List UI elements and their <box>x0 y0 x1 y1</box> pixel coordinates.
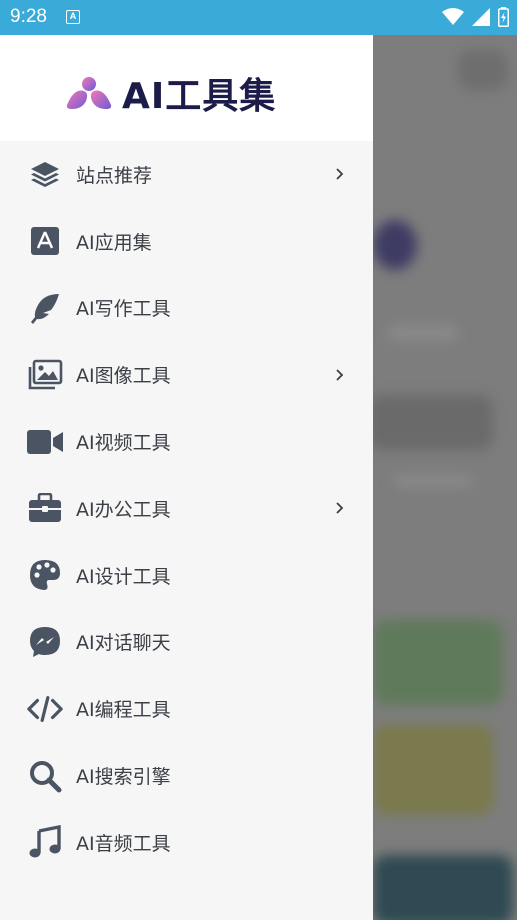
menu-item-label: AI设计工具 <box>76 565 171 588</box>
signal-icon <box>472 8 490 26</box>
feather-icon <box>27 290 63 326</box>
drawer-menu: 站点推荐 AI应用集 AI写作工具 AI图像工具 AI视频工具 AI办公工具 A… <box>0 141 373 876</box>
menu-item-label: AI写作工具 <box>76 298 171 321</box>
code-icon <box>27 691 63 727</box>
menu-item-label: AI应用集 <box>76 231 152 254</box>
menu-item-ai-design[interactable]: AI设计工具 <box>0 542 373 609</box>
logo-mark-icon <box>66 77 112 109</box>
menu-item-label: AI音频工具 <box>76 832 171 855</box>
menu-item-label: 站点推荐 <box>76 164 153 187</box>
briefcase-icon <box>27 490 63 526</box>
menu-item-ai-chat[interactable]: AI对话聊天 <box>0 609 373 676</box>
menu-item-label: AI视频工具 <box>76 432 171 455</box>
music-icon <box>27 824 63 860</box>
drawer-header: AI工具集 <box>0 35 373 141</box>
menu-item-ai-writing[interactable]: AI写作工具 <box>0 275 373 342</box>
logo-title: AI工具集 <box>122 76 277 117</box>
menu-item-label: AI搜索引擎 <box>76 766 171 789</box>
chevron-right-icon <box>336 502 344 515</box>
layers-icon <box>27 156 63 192</box>
video-icon <box>27 424 63 460</box>
menu-item-ai-search[interactable]: AI搜索引擎 <box>0 742 373 809</box>
notification-icon: A <box>66 10 80 24</box>
status-bar: 9:28 A <box>0 0 517 35</box>
menu-item-ai-coding[interactable]: AI编程工具 <box>0 675 373 742</box>
battery-icon <box>498 7 509 27</box>
chevron-right-icon <box>336 369 344 381</box>
menu-item-ai-office[interactable]: AI办公工具 <box>0 475 373 542</box>
menu-item-ai-audio[interactable]: AI音频工具 <box>0 809 373 876</box>
menu-item-ai-video[interactable]: AI视频工具 <box>0 408 373 475</box>
menu-item-site-recommend[interactable]: 站点推荐 <box>0 141 373 208</box>
navigation-drawer: AI工具集 站点推荐 AI应用集 AI写作工具 AI图像工具 AI视频工具 AI… <box>0 35 373 920</box>
status-icons <box>442 7 509 27</box>
images-icon <box>27 357 63 393</box>
messenger-icon <box>27 624 63 660</box>
app-logo: AI工具集 <box>64 67 276 119</box>
menu-item-label: AI图像工具 <box>76 365 171 388</box>
wifi-icon <box>442 8 464 25</box>
chevron-right-icon <box>336 168 344 181</box>
status-time: 9:28 <box>10 6 47 27</box>
palette-icon <box>27 557 63 593</box>
app-backdrop[interactable] <box>373 35 517 920</box>
menu-item-ai-apps[interactable]: AI应用集 <box>0 208 373 275</box>
menu-item-ai-image[interactable]: AI图像工具 <box>0 341 373 408</box>
app-store-icon <box>27 223 63 259</box>
menu-item-label: AI办公工具 <box>76 498 171 521</box>
menu-item-label: AI编程工具 <box>76 699 171 722</box>
search-icon <box>27 758 63 794</box>
menu-item-label: AI对话聊天 <box>76 632 171 655</box>
